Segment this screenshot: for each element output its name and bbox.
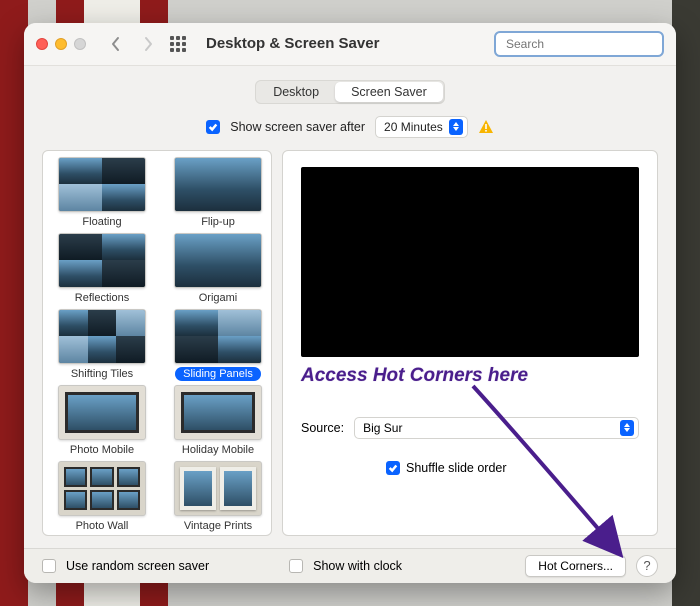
titlebar: Desktop & Screen Saver <box>24 23 676 66</box>
saver-item[interactable]: Sliding Panels <box>169 309 267 381</box>
minimize-icon[interactable] <box>55 38 67 50</box>
bottom-bar: Use random screen saver Show with clock … <box>24 548 676 583</box>
tab-desktop[interactable]: Desktop <box>257 82 335 102</box>
clock-checkbox[interactable] <box>289 559 303 573</box>
random-checkbox[interactable] <box>42 559 56 573</box>
saver-item[interactable]: Floating <box>53 157 151 229</box>
warning-icon <box>478 119 494 135</box>
saver-item[interactable]: Photo Wall <box>53 461 151 533</box>
show-after-popup[interactable]: 20 Minutes <box>375 116 468 138</box>
show-after-row: Show screen saver after 20 Minutes <box>42 116 658 138</box>
source-popup[interactable]: Big Sur <box>354 417 639 439</box>
show-all-icon[interactable] <box>170 36 186 52</box>
annotation-text: Access Hot Corners here <box>301 365 639 387</box>
tab-switcher: Desktop Screen Saver <box>255 80 445 104</box>
forward-button[interactable] <box>136 32 160 56</box>
close-icon[interactable] <box>36 38 48 50</box>
show-after-checkbox[interactable] <box>206 120 220 134</box>
back-button[interactable] <box>104 32 128 56</box>
saver-item[interactable]: Flip-up <box>169 157 267 229</box>
screensaver-preview[interactable] <box>301 167 639 357</box>
show-after-label: Show screen saver after <box>230 120 365 134</box>
saver-item[interactable]: Reflections <box>53 233 151 305</box>
search-field[interactable] <box>494 31 664 57</box>
random-label: Use random screen saver <box>66 559 209 573</box>
help-button[interactable]: ? <box>636 555 658 577</box>
show-after-value: 20 Minutes <box>384 120 443 134</box>
popup-arrows-icon <box>449 119 463 135</box>
saver-item[interactable]: Holiday Mobile <box>169 385 267 457</box>
content: Desktop Screen Saver Show screen saver a… <box>24 66 676 548</box>
shuffle-label: Shuffle slide order <box>406 461 507 475</box>
preferences-window: Desktop & Screen Saver Desktop Screen Sa… <box>24 23 676 583</box>
shuffle-checkbox[interactable] <box>386 461 400 475</box>
source-label: Source: <box>301 421 344 435</box>
screensaver-list[interactable]: Floating Flip-up Reflections Origami <box>42 150 272 536</box>
preview-pane: Access Hot Corners here Source: Big Sur … <box>282 150 658 536</box>
window-controls <box>36 38 86 50</box>
search-input[interactable] <box>506 37 661 51</box>
saver-item[interactable]: Vintage Prints <box>169 461 267 533</box>
saver-item[interactable]: Shifting Tiles <box>53 309 151 381</box>
popup-arrows-icon <box>620 420 634 436</box>
saver-item[interactable]: Origami <box>169 233 267 305</box>
clock-label: Show with clock <box>313 559 402 573</box>
saver-item[interactable]: Photo Mobile <box>53 385 151 457</box>
hot-corners-button[interactable]: Hot Corners... <box>525 555 626 577</box>
tab-screensaver[interactable]: Screen Saver <box>335 82 443 102</box>
source-value: Big Sur <box>363 421 614 435</box>
window-title: Desktop & Screen Saver <box>206 35 379 52</box>
zoom-icon[interactable] <box>74 38 86 50</box>
